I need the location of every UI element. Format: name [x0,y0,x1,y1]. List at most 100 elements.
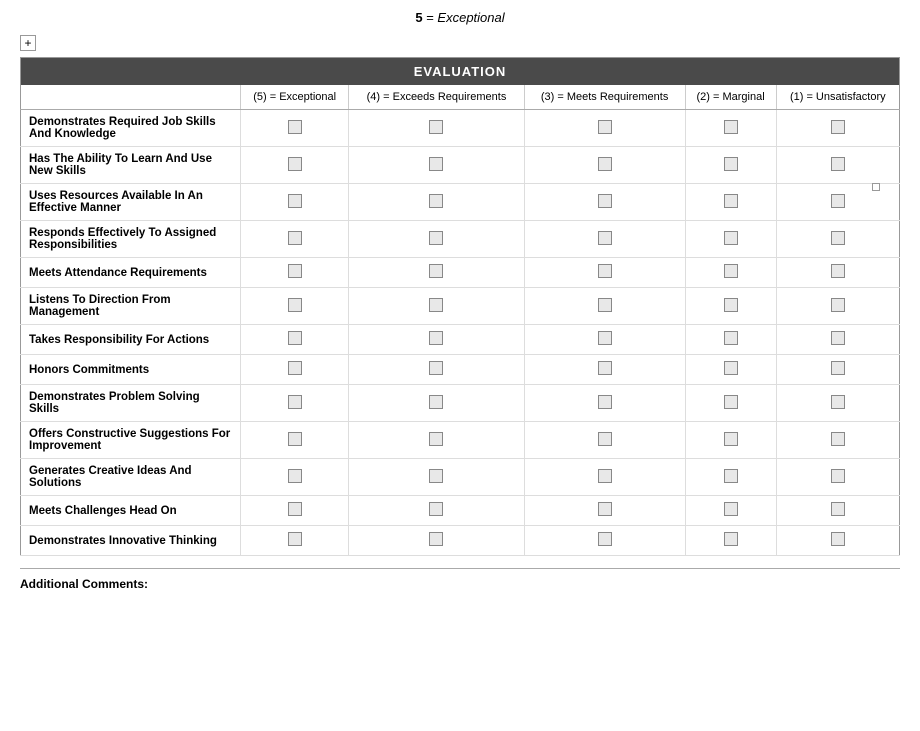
checkbox[interactable] [724,502,738,516]
checkbox-cell[interactable] [776,147,899,184]
checkbox-cell[interactable] [241,355,349,385]
checkbox-cell[interactable] [524,325,685,355]
checkbox[interactable] [831,231,845,245]
checkbox[interactable] [598,194,612,208]
checkbox[interactable] [429,331,443,345]
checkbox[interactable] [598,432,612,446]
checkbox[interactable] [598,532,612,546]
checkbox[interactable] [598,331,612,345]
checkbox-cell[interactable] [776,496,899,526]
checkbox-cell[interactable] [349,288,524,325]
checkbox-cell[interactable] [685,110,776,147]
checkbox[interactable] [429,532,443,546]
checkbox[interactable] [598,469,612,483]
checkbox[interactable] [831,469,845,483]
checkbox[interactable] [598,157,612,171]
checkbox[interactable] [724,469,738,483]
checkbox-cell[interactable] [524,526,685,556]
checkbox-cell[interactable] [685,459,776,496]
checkbox-cell[interactable] [524,110,685,147]
checkbox[interactable] [831,432,845,446]
checkbox-cell[interactable] [776,288,899,325]
checkbox-cell[interactable] [349,355,524,385]
checkbox-cell[interactable] [349,184,524,221]
checkbox[interactable] [429,264,443,278]
checkbox-cell[interactable] [776,526,899,556]
checkbox-cell[interactable] [524,459,685,496]
checkbox[interactable] [429,194,443,208]
checkbox[interactable] [724,532,738,546]
checkbox[interactable] [288,532,302,546]
checkbox[interactable] [288,395,302,409]
checkbox-cell[interactable] [685,422,776,459]
checkbox-cell[interactable] [241,288,349,325]
checkbox[interactable] [831,120,845,134]
checkbox[interactable] [831,532,845,546]
checkbox-cell[interactable] [524,258,685,288]
checkbox-cell[interactable] [241,385,349,422]
checkbox[interactable] [429,157,443,171]
checkbox-cell[interactable] [776,385,899,422]
checkbox-cell[interactable] [241,459,349,496]
checkbox[interactable] [598,231,612,245]
checkbox[interactable] [288,120,302,134]
checkbox-cell[interactable] [241,422,349,459]
checkbox-cell[interactable] [349,526,524,556]
checkbox[interactable] [429,502,443,516]
checkbox[interactable] [288,432,302,446]
checkbox[interactable] [598,502,612,516]
checkbox[interactable] [724,331,738,345]
checkbox[interactable] [724,120,738,134]
checkbox-cell[interactable] [776,355,899,385]
checkbox-cell[interactable] [241,325,349,355]
checkbox-cell[interactable] [776,184,899,221]
checkbox[interactable] [724,395,738,409]
checkbox[interactable] [429,361,443,375]
checkbox-cell[interactable] [776,110,899,147]
checkbox[interactable] [598,298,612,312]
checkbox-cell[interactable] [524,496,685,526]
checkbox-cell[interactable] [685,221,776,258]
checkbox-cell[interactable] [349,496,524,526]
checkbox[interactable] [429,395,443,409]
checkbox[interactable] [598,395,612,409]
checkbox[interactable] [831,331,845,345]
checkbox[interactable] [429,432,443,446]
checkbox-cell[interactable] [524,288,685,325]
checkbox-cell[interactable] [349,459,524,496]
checkbox[interactable] [724,157,738,171]
checkbox-cell[interactable] [776,422,899,459]
checkbox[interactable] [598,120,612,134]
checkbox[interactable] [288,194,302,208]
checkbox-cell[interactable] [349,258,524,288]
checkbox[interactable] [429,469,443,483]
checkbox-cell[interactable] [685,496,776,526]
checkbox-cell[interactable] [241,184,349,221]
checkbox-cell[interactable] [685,147,776,184]
checkbox-cell[interactable] [524,355,685,385]
checkbox-cell[interactable] [349,422,524,459]
checkbox-cell[interactable] [685,385,776,422]
checkbox-cell[interactable] [685,355,776,385]
checkbox[interactable] [724,264,738,278]
checkbox[interactable] [288,502,302,516]
checkbox-cell[interactable] [524,422,685,459]
checkbox[interactable] [598,361,612,375]
checkbox[interactable] [288,469,302,483]
checkbox[interactable] [429,298,443,312]
checkbox[interactable] [288,298,302,312]
checkbox[interactable] [288,157,302,171]
checkbox[interactable] [831,264,845,278]
checkbox-cell[interactable] [685,526,776,556]
checkbox-cell[interactable] [524,385,685,422]
checkbox-cell[interactable] [349,385,524,422]
checkbox-cell[interactable] [241,110,349,147]
checkbox-cell[interactable] [685,325,776,355]
checkbox[interactable] [429,231,443,245]
checkbox[interactable] [831,395,845,409]
checkbox[interactable] [724,298,738,312]
checkbox[interactable] [724,432,738,446]
checkbox[interactable] [288,361,302,375]
checkbox[interactable] [831,194,845,208]
checkbox-cell[interactable] [524,221,685,258]
